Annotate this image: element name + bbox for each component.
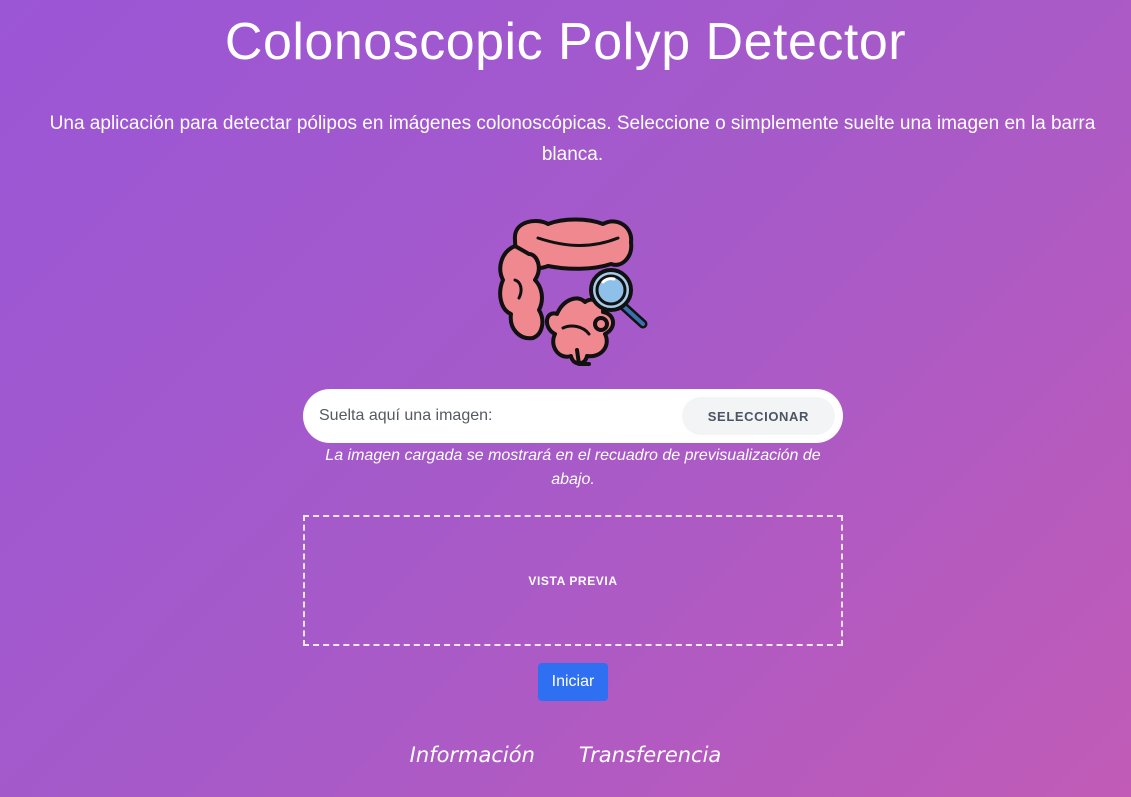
info-link[interactable]: Información — [410, 743, 535, 767]
page-subtitle: Una aplicación para detectar pólipos en … — [49, 113, 1096, 165]
footer-nav: Información Transferencia — [0, 743, 1131, 767]
image-preview-box: VISTA PREVIA — [303, 515, 843, 646]
preview-label: VISTA PREVIA — [528, 573, 618, 588]
transfer-link[interactable]: Transferencia — [579, 743, 721, 767]
page-title: Colonoscopic Polyp Detector — [224, 13, 907, 71]
upload-hint: La imagen cargada se mostrará en el recu… — [325, 447, 821, 488]
image-drop-zone[interactable]: Suelta aquí una imagen: SELECCIONAR — [303, 389, 843, 443]
start-button[interactable]: Iniciar — [538, 663, 608, 701]
drop-zone-placeholder: Suelta aquí una imagen: — [319, 407, 493, 424]
select-file-button[interactable]: SELECCIONAR — [681, 397, 835, 435]
colon-magnifier-icon — [493, 210, 653, 370]
